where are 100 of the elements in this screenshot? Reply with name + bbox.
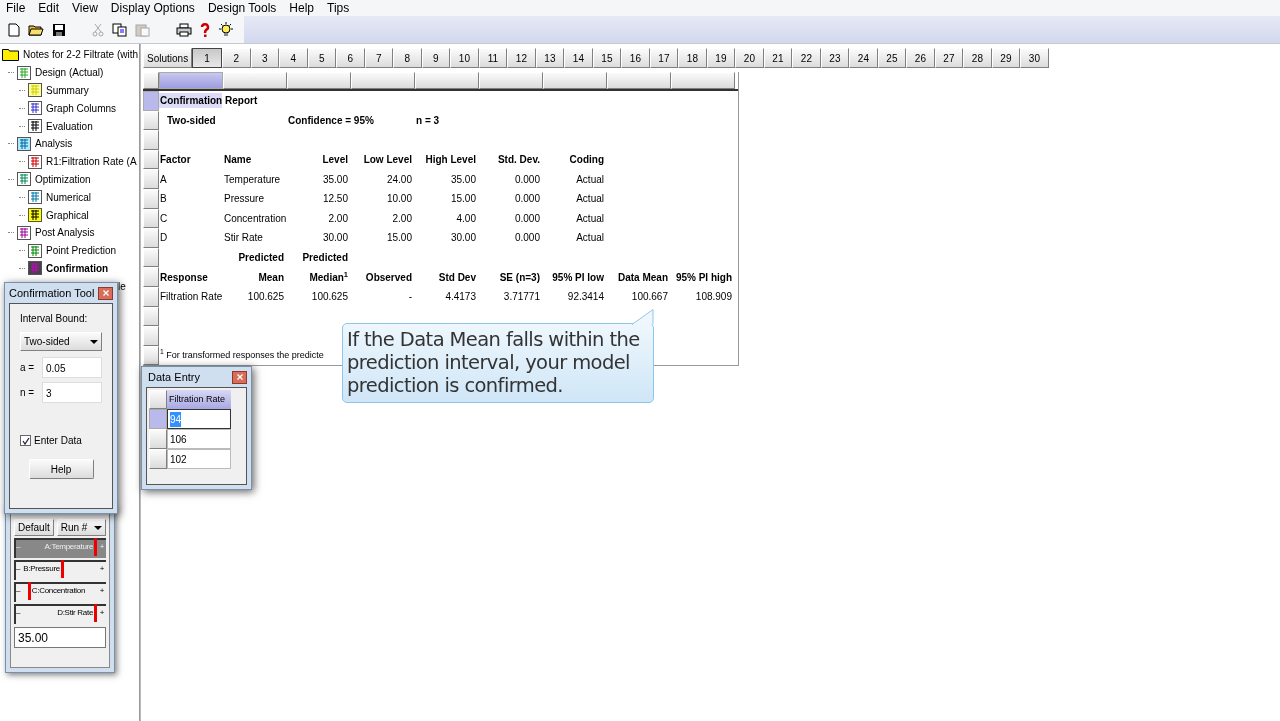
solution-tab[interactable]: 28 — [963, 48, 992, 68]
tree-item[interactable]: Graphical — [45, 207, 90, 223]
tree-item[interactable]: R1:Filtration Rate (A — [45, 154, 138, 170]
report-text: Data Mean — [618, 270, 668, 285]
report-text: 3.71771 — [503, 290, 540, 305]
tree-item[interactable]: Design (Actual) — [34, 65, 105, 81]
solution-tab[interactable]: 7 — [364, 48, 394, 68]
tree-item[interactable]: Numerical — [45, 189, 92, 205]
menu-item[interactable]: Design Tools — [207, 0, 277, 17]
solution-tab[interactable]: 30 — [1020, 48, 1049, 68]
menu-item[interactable]: File — [6, 0, 26, 17]
solution-tab[interactable]: 21 — [763, 48, 793, 68]
factor-slider[interactable]: – + C:Concentration — [14, 582, 106, 602]
close-button[interactable] — [98, 286, 113, 300]
solution-tab[interactable]: 27 — [934, 48, 964, 68]
plus-sign[interactable]: + — [99, 585, 104, 597]
report-text: 100.625 — [311, 290, 348, 305]
tree-item[interactable]: Evaluation — [45, 118, 94, 134]
tree-item[interactable]: Confirmation — [45, 260, 110, 276]
tree-item[interactable]: Summary — [45, 83, 90, 98]
minus-sign[interactable]: – — [16, 585, 21, 597]
solution-tab[interactable]: 6 — [336, 48, 365, 68]
save-icon[interactable] — [52, 22, 66, 37]
solutions-label: Solutions — [143, 48, 193, 68]
solution-tab[interactable]: 20 — [735, 48, 764, 68]
window-title: Confirmation Tool — [9, 285, 95, 301]
interval-dropdown[interactable]: Two-sided — [20, 332, 102, 351]
factor-name: C:Concentration — [31, 585, 86, 597]
value-field[interactable]: 35.00 — [14, 627, 106, 648]
factor-slider[interactable]: – + B:Pressure — [14, 560, 106, 580]
plus-sign[interactable]: + — [99, 563, 104, 575]
report-text: Coding — [569, 153, 604, 168]
solution-tab[interactable]: 24 — [849, 48, 878, 68]
new-file-icon[interactable] — [8, 22, 20, 37]
solution-tab[interactable]: 17 — [649, 48, 679, 68]
tree-item[interactable]: Post Analysis — [34, 225, 96, 241]
solution-tab[interactable]: 16 — [621, 48, 650, 68]
solution-tab[interactable]: 15 — [592, 48, 622, 68]
solution-tab[interactable]: 26 — [906, 48, 935, 68]
tree-item[interactable]: Analysis — [34, 136, 74, 152]
input-field[interactable]: 0.05 — [42, 357, 102, 378]
input-field[interactable]: 3 — [42, 382, 102, 403]
solution-tab[interactable]: 1 — [192, 48, 223, 68]
checkbox[interactable] — [20, 435, 31, 446]
report-text: 100.625 — [247, 290, 284, 305]
solution-tab[interactable]: 22 — [792, 48, 821, 68]
slider-marker[interactable] — [94, 604, 98, 622]
menu-item[interactable]: View — [72, 0, 98, 17]
default-button[interactable]: Default — [14, 519, 54, 536]
menu-item[interactable]: Display Options — [110, 0, 195, 17]
printer-icon[interactable] — [176, 22, 192, 37]
solution-tab[interactable]: 11 — [478, 48, 508, 68]
checkbox-label: Enter Data — [34, 434, 82, 448]
minus-sign[interactable]: – — [16, 607, 21, 619]
solution-tab[interactable]: 5 — [307, 48, 337, 68]
slider-marker[interactable] — [60, 560, 64, 578]
solution-tab[interactable]: 25 — [877, 48, 907, 68]
tree-item[interactable]: Point Prediction — [45, 243, 118, 259]
tree-item[interactable]: Graph Columns — [45, 100, 118, 116]
tree-item[interactable]: le — [117, 278, 127, 294]
solution-tab[interactable]: 23 — [820, 48, 850, 68]
solution-tab[interactable]: 14 — [564, 48, 593, 68]
solution-tab[interactable]: 12 — [507, 48, 536, 68]
solution-tab[interactable]: 29 — [991, 48, 1021, 68]
help-button[interactable]: Help — [28, 459, 94, 479]
solution-tab[interactable]: 18 — [678, 48, 707, 68]
minus-sign[interactable]: – — [16, 563, 21, 575]
solution-tab[interactable]: 3 — [250, 48, 280, 68]
report-text: 100.667 — [631, 290, 668, 305]
column-header[interactable]: Filtration Rate — [167, 390, 231, 409]
slider-marker[interactable] — [94, 538, 98, 556]
tree-item[interactable]: Notes for 2-2 Filtrate (with — [22, 47, 139, 63]
menu-item[interactable]: Help — [289, 0, 315, 17]
solution-tab[interactable]: 8 — [393, 48, 422, 68]
report-text: Concentration — [223, 211, 287, 226]
corner-header[interactable] — [149, 390, 167, 409]
slider-marker[interactable] — [27, 582, 31, 600]
solution-tab[interactable]: 19 — [706, 48, 736, 68]
corner-header[interactable] — [143, 72, 159, 89]
copy-icon[interactable] — [112, 22, 127, 37]
solution-tab[interactable]: 13 — [535, 48, 565, 68]
field-label: a = — [20, 361, 36, 375]
tree-item[interactable]: Optimization — [34, 171, 92, 187]
menu-item[interactable]: Edit — [38, 0, 60, 17]
report-text: Predicted — [238, 251, 284, 266]
question-mark-icon[interactable] — [200, 21, 210, 38]
run-dropdown[interactable]: Run # — [56, 519, 106, 536]
light-bulb-icon[interactable] — [218, 21, 234, 38]
report-text: 0.000 — [514, 172, 540, 187]
data-cell[interactable]: 106 — [167, 429, 231, 449]
solution-tab[interactable]: 4 — [279, 48, 308, 68]
menu-item[interactable]: Tips — [327, 0, 350, 17]
solution-tab[interactable]: 10 — [450, 48, 479, 68]
plus-sign[interactable]: + — [99, 607, 104, 619]
data-cell[interactable]: 102 — [167, 449, 231, 469]
solution-tab[interactable]: 9 — [421, 48, 451, 68]
open-folder-icon[interactable] — [28, 22, 44, 37]
solution-tab[interactable]: 2 — [222, 48, 251, 68]
close-button[interactable] — [232, 370, 247, 384]
factor-slider[interactable]: – + D:Stir Rate — [14, 604, 106, 624]
